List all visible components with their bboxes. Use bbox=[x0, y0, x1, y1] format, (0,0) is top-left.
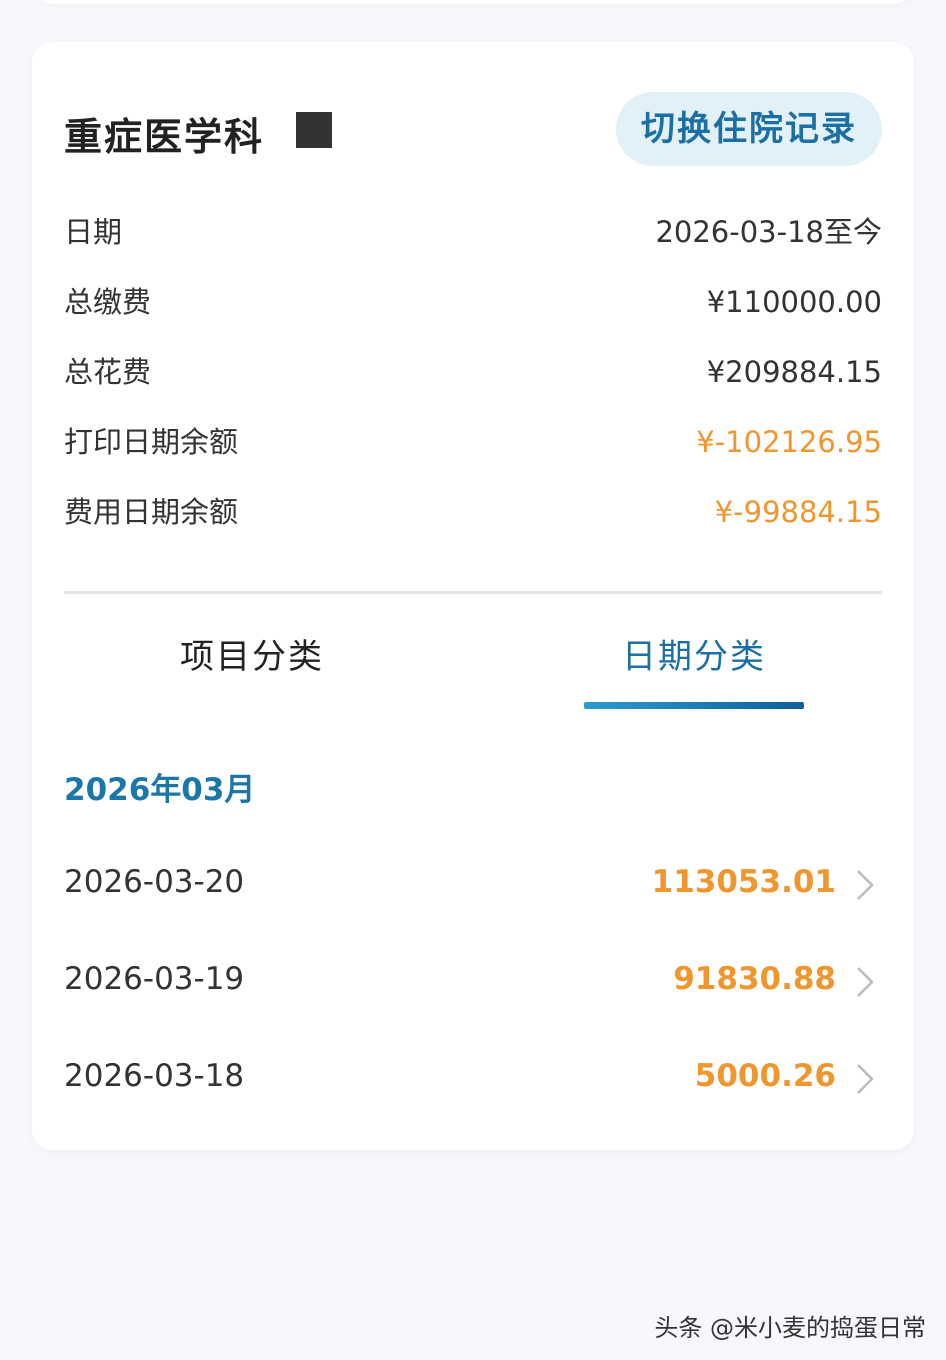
summary-label: 费用日期余额 bbox=[64, 495, 239, 529]
summary-value: 2026-03-18至今 bbox=[655, 215, 882, 249]
list-item[interactable]: 2026-03-20 113053.01 bbox=[64, 854, 882, 914]
list-item[interactable]: 2026-03-19 91830.88 bbox=[64, 951, 882, 1011]
billing-card: 重症医学科 切换住院记录 日期 2026-03-18至今 总缴费 ¥110000… bbox=[32, 42, 914, 1150]
department-title: 重症医学科 bbox=[64, 115, 265, 159]
list-item-amount: 113053.01 bbox=[651, 864, 836, 900]
section-divider bbox=[64, 591, 882, 594]
list-item-date: 2026-03-19 bbox=[64, 961, 245, 997]
summary-value: ¥209884.15 bbox=[706, 355, 882, 389]
summary-row-total-cost: 总花费 ¥209884.15 bbox=[64, 352, 882, 392]
tab-item-category[interactable]: 项目分类 bbox=[122, 632, 382, 682]
summary-value: ¥-102126.95 bbox=[696, 425, 882, 459]
redacted-block bbox=[296, 112, 332, 148]
tab-date-category[interactable]: 日期分类 bbox=[564, 632, 824, 682]
summary-row-cost-balance: 费用日期余额 ¥-99884.15 bbox=[64, 492, 882, 532]
summary-value: ¥110000.00 bbox=[706, 285, 882, 319]
month-heading: 2026年03月 bbox=[64, 772, 256, 808]
chevron-right-icon bbox=[857, 870, 874, 900]
chevron-right-icon bbox=[857, 1064, 874, 1094]
summary-value: ¥-99884.15 bbox=[714, 495, 882, 529]
previous-card-edge bbox=[32, 0, 914, 4]
summary-row-date: 日期 2026-03-18至今 bbox=[64, 212, 882, 252]
card-header: 重症医学科 切换住院记录 bbox=[32, 92, 914, 168]
list-item-date: 2026-03-18 bbox=[64, 1058, 245, 1094]
chevron-right-icon bbox=[857, 967, 874, 997]
summary-row-print-balance: 打印日期余额 ¥-102126.95 bbox=[64, 422, 882, 462]
watermark: 头条 @米小麦的捣蛋日常 bbox=[654, 1314, 926, 1342]
list-item-amount: 5000.26 bbox=[694, 1058, 836, 1094]
summary-row-total-paid: 总缴费 ¥110000.00 bbox=[64, 282, 882, 322]
summary-label: 总缴费 bbox=[64, 285, 152, 319]
summary-label: 打印日期余额 bbox=[64, 425, 239, 459]
list-item-date: 2026-03-20 bbox=[64, 864, 245, 900]
summary-label: 日期 bbox=[64, 215, 123, 249]
list-item[interactable]: 2026-03-18 5000.26 bbox=[64, 1048, 882, 1108]
active-tab-indicator bbox=[584, 702, 804, 709]
list-item-amount: 91830.88 bbox=[673, 961, 836, 997]
summary-label: 总花费 bbox=[64, 355, 152, 389]
switch-record-button[interactable]: 切换住院记录 bbox=[616, 92, 882, 166]
